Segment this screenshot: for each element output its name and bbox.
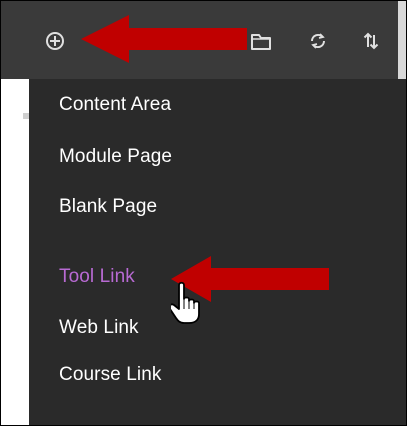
menu-item-module-page[interactable]: Module Page: [59, 146, 172, 168]
hand-cursor-icon: [171, 281, 200, 324]
menu-item-content-area[interactable]: Content Area: [59, 94, 171, 116]
add-circle-icon[interactable]: [41, 27, 69, 55]
screenshot-frame: Content Area Module Page Blank Page Tool…: [0, 0, 407, 426]
page-background: [1, 79, 29, 425]
folder-icon[interactable]: [247, 27, 275, 55]
menu-item-tool-link[interactable]: Tool Link: [59, 266, 135, 288]
menu-item-course-link[interactable]: Course Link: [59, 364, 161, 386]
menu-item-web-link[interactable]: Web Link: [59, 317, 139, 339]
menu-item-blank-page[interactable]: Blank Page: [59, 196, 157, 218]
sort-icon[interactable]: [357, 27, 385, 55]
add-menu-item-dropdown: Content Area Module Page Blank Page Tool…: [29, 79, 406, 425]
scrollbar-track[interactable]: [398, 1, 406, 81]
course-menu-toolbar: [1, 1, 406, 81]
refresh-icon[interactable]: [304, 27, 332, 55]
